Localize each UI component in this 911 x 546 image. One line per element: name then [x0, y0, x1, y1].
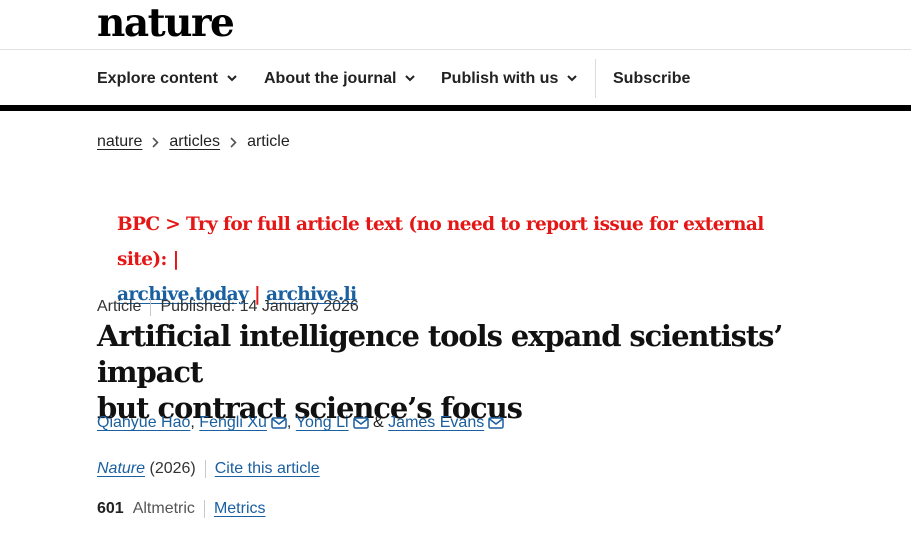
envelope-icon[interactable]: [271, 417, 287, 429]
meta-divider: [150, 298, 152, 316]
breadcrumb-articles[interactable]: articles: [169, 133, 220, 151]
nav-divider: [595, 59, 596, 98]
site-header: nature: [0, 0, 911, 50]
article-type: Article: [97, 298, 142, 315]
nav-about-label: About the journal: [264, 69, 397, 87]
nav-explore-label: Explore content: [97, 69, 218, 87]
author-link[interactable]: James Evans: [388, 414, 484, 432]
title-line-1: Artificial intelligence tools expand sci…: [97, 319, 783, 389]
breadcrumb: nature articles article: [97, 131, 290, 153]
main-nav: Explore content About the journal Publis…: [0, 51, 911, 106]
citation-line: Nature (2026) Cite this article: [97, 458, 320, 480]
article-title: Artificial intelligence tools expand sci…: [97, 318, 877, 426]
chevron-right-icon: [230, 136, 237, 148]
nav-explore-content[interactable]: Explore content: [97, 51, 237, 106]
breadcrumb-home[interactable]: nature: [97, 133, 142, 151]
envelope-icon[interactable]: [488, 417, 504, 429]
chevron-right-icon: [152, 136, 160, 148]
altmetric-label: Altmetric: [132, 500, 195, 517]
author-ampersand: &: [373, 414, 384, 431]
bpc-text: BPC > Try for full article text (no need…: [117, 214, 764, 270]
journal-link[interactable]: Nature: [97, 460, 145, 478]
published-date: Published: 14 January 2026: [160, 298, 359, 315]
author-link[interactable]: Qianyue Hao: [97, 414, 190, 432]
cite-article-link[interactable]: Cite this article: [215, 460, 320, 478]
metrics-divider: [203, 500, 205, 518]
metrics-bar: 601 Altmetric Metrics: [97, 498, 266, 520]
breadcrumb-current: article: [247, 133, 290, 150]
author-separator: ,: [190, 414, 195, 431]
nav-publish-with-us[interactable]: Publish with us: [441, 51, 578, 106]
nav-about-journal[interactable]: About the journal: [264, 51, 416, 106]
chevron-down-icon: [227, 75, 237, 82]
author-list: Qianyue Hao, Fengli Xu , Yong Li & James…: [97, 412, 504, 434]
nav-rule: [0, 105, 911, 111]
envelope-icon[interactable]: [352, 417, 369, 429]
author-link[interactable]: Yong Li: [296, 414, 349, 432]
article-meta: Article Published: 14 January 2026: [97, 297, 359, 317]
chevron-down-icon: [405, 75, 416, 82]
nav-subscribe[interactable]: Subscribe: [613, 51, 690, 106]
altmetric-count: 601: [97, 500, 124, 517]
citation-year: (2026): [149, 460, 196, 477]
nature-logo[interactable]: nature: [97, 0, 235, 46]
chevron-down-icon: [567, 75, 578, 82]
nav-publish-label: Publish with us: [441, 69, 559, 87]
author-separator: ,: [286, 414, 292, 431]
metrics-link[interactable]: Metrics: [214, 500, 266, 518]
citation-divider: [204, 460, 206, 478]
author-link[interactable]: Fengli Xu: [199, 414, 267, 432]
